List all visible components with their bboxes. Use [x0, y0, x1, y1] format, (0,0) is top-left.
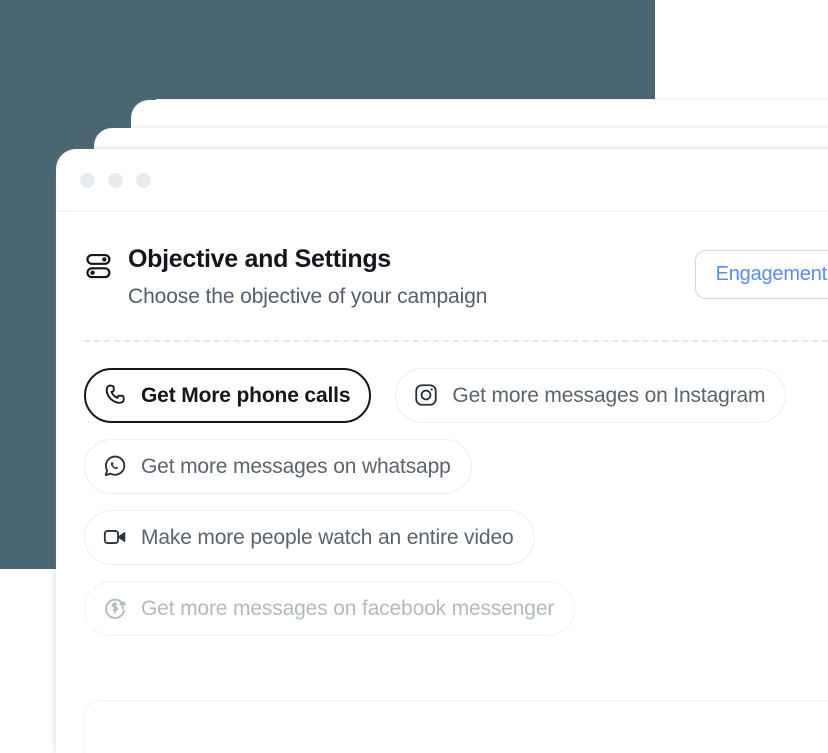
window-close-dot-icon[interactable] [80, 173, 95, 188]
window-titlebar [56, 149, 828, 212]
next-section-panel [84, 700, 828, 753]
instagram-icon [413, 382, 439, 408]
campaign-settings-window: Objective and Settings Choose the object… [56, 149, 828, 753]
objective-option-label: Get More phone calls [141, 383, 351, 407]
objective-option-label: Get more messages on Instagram [452, 383, 766, 407]
page-title: Objective and Settings [128, 245, 391, 273]
engagement-badge[interactable]: Engagement [694, 250, 828, 299]
objective-option-whatsapp[interactable]: Get more messages on whatsapp [84, 438, 472, 494]
objective-options-row-4: Get more messages on facebook messenger [84, 580, 828, 636]
objective-option-phone-calls[interactable]: Get More phone calls [84, 367, 372, 423]
dollar-arrow-icon [102, 595, 128, 621]
objective-options-row-3: Make more people watch an entire video [84, 509, 828, 565]
objective-option-facebook-messenger[interactable]: Get more messages on facebook messenger [84, 580, 576, 636]
whatsapp-icon [102, 453, 128, 479]
video-icon [102, 524, 128, 550]
objective-option-label: Make more people watch an entire video [141, 525, 514, 549]
objective-options-row-1: Get More phone calls Get more messages o… [84, 367, 828, 423]
objective-options-list: Get More phone calls Get more messages o… [56, 342, 828, 636]
objective-option-label: Get more messages on whatsapp [141, 454, 451, 478]
window-maximize-dot-icon[interactable] [136, 173, 151, 188]
objective-option-video[interactable]: Make more people watch an entire video [84, 509, 535, 565]
objective-header-text: Objective and Settings Choose the object… [128, 245, 695, 309]
window-minimize-dot-icon[interactable] [108, 173, 123, 188]
objective-option-instagram[interactable]: Get more messages on Instagram [395, 367, 787, 423]
objective-option-label: Get more messages on facebook messenger [141, 596, 555, 620]
page-subtitle: Choose the objective of your campaign [128, 284, 488, 308]
phone-icon [102, 382, 128, 408]
sliders-settings-icon [84, 251, 114, 281]
objective-header: Objective and Settings Choose the object… [56, 212, 828, 309]
objective-options-row-2: Get more messages on whatsapp [84, 438, 828, 494]
